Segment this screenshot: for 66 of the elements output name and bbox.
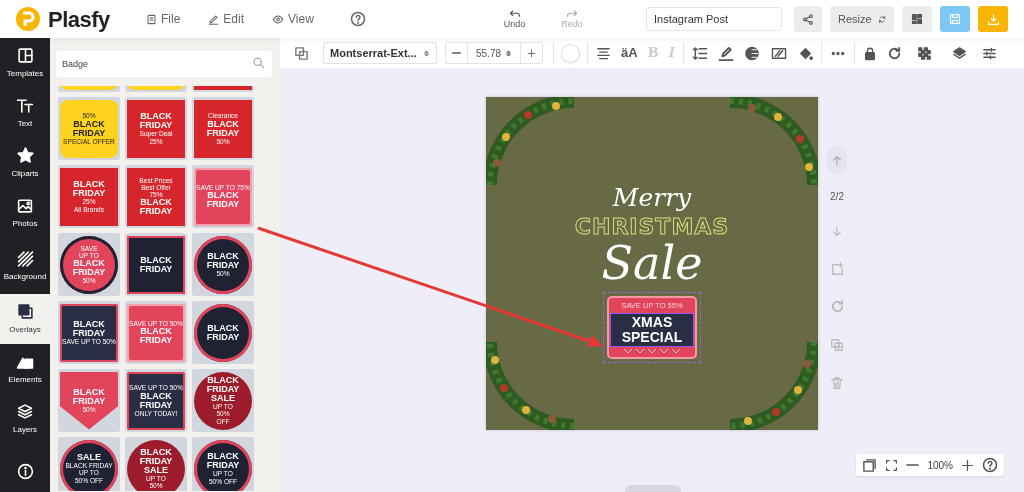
badge-headline: BLACK — [73, 387, 105, 397]
resize-button[interactable]: Resize — [830, 6, 894, 32]
badge-headline: FRIDAY — [139, 400, 173, 410]
page-counter: 2/2 — [830, 190, 844, 204]
sidebar-item[interactable]: Overlays — [0, 294, 50, 344]
sidebar-item[interactable]: Background — [0, 238, 50, 294]
badge-headline: FRIDAY — [139, 336, 173, 346]
badge-headline: BLACK — [207, 191, 239, 201]
badge-headline: BLACK — [140, 255, 172, 265]
badge-headline: FRIDAY — [72, 268, 106, 278]
menu-item[interactable]: File — [140, 10, 187, 28]
text-case-button[interactable]: äA — [616, 41, 643, 65]
badge-headline: FRIDAY — [72, 189, 106, 199]
headline-text: CHRISTMAS — [574, 216, 730, 238]
badge-thumbnail[interactable]: BLACK FRIDAY — [125, 233, 187, 296]
badge-headline: BLACK — [140, 112, 172, 122]
sidebar-item[interactable]: Elements — [0, 344, 50, 394]
badge-headline: FRIDAY — [206, 385, 240, 395]
undo-button[interactable]: Undo — [497, 7, 532, 31]
sidebar-item[interactable]: Templates — [0, 38, 50, 88]
badge-headline: BLACK — [73, 180, 105, 190]
font-size-value: 55.78 — [476, 46, 502, 61]
badge-headline: BLACK — [73, 119, 105, 129]
badge-headline: SPECIAL — [620, 329, 684, 345]
sidebar-item[interactable]: Photos — [0, 188, 50, 238]
badge-headline: BLACK — [207, 376, 239, 386]
badge-headline: XMAS — [630, 315, 674, 330]
sidebar-item[interactable]: Cliparts — [0, 138, 50, 188]
badge-headline: FRIDAY — [206, 332, 240, 342]
font-select[interactable]: Montserrat-Ext... — [323, 42, 437, 64]
app-name: Plasfy — [48, 5, 110, 34]
badge-headline: BLACK — [73, 259, 105, 269]
badge-headline: FRIDAY — [206, 260, 240, 270]
badge-headline: BLACK — [207, 251, 239, 261]
greeting-text: Merry — [612, 185, 692, 210]
badge-headline: FRIDAY — [206, 128, 240, 138]
badge-thumbnail[interactable]: BLACK FRIDAY — [192, 301, 254, 364]
badge-headline: FRIDAY — [139, 121, 173, 131]
badge-headline: FRIDAY — [72, 128, 106, 138]
tagline-text: Sale — [601, 240, 703, 286]
badge-headline: FRIDAY — [206, 200, 240, 210]
badge-headline: BLACK — [207, 119, 239, 129]
badge-headline: FRIDAY — [139, 207, 173, 217]
font-size-stepper[interactable]: 55.78 — [445, 42, 544, 64]
badge-headline: FRIDAY — [72, 328, 106, 338]
sidebar-item[interactable]: Text — [0, 88, 50, 138]
menu-item[interactable]: View — [266, 10, 320, 28]
badge-headline: BLACK — [140, 391, 172, 401]
badge-headline: BLACK — [207, 323, 239, 333]
document-title-field[interactable]: Instagram Post — [646, 7, 782, 31]
sidebar-item[interactable]: Layers — [0, 394, 50, 444]
badge-headline: FRIDAY — [72, 396, 106, 406]
badge-headline: BLACK — [73, 319, 105, 329]
zoom-level: 100% — [927, 458, 953, 473]
badge-headline: BLACK — [140, 327, 172, 337]
badge-headline: SALE — [211, 394, 235, 404]
badge-headline: FRIDAY — [206, 461, 240, 471]
badge-headline: BLACK — [207, 452, 239, 462]
search-field[interactable]: Badge — [56, 51, 272, 77]
badge-headline: SALE — [144, 465, 168, 475]
badge-headline: BLACK — [140, 447, 172, 457]
badge-headline: SALE — [77, 453, 101, 463]
badge-headline: FRIDAY — [139, 456, 173, 466]
menu-item[interactable]: Edit — [202, 10, 251, 28]
badge-headline: BLACK — [140, 198, 172, 208]
badge-headline: FRIDAY — [139, 264, 173, 274]
